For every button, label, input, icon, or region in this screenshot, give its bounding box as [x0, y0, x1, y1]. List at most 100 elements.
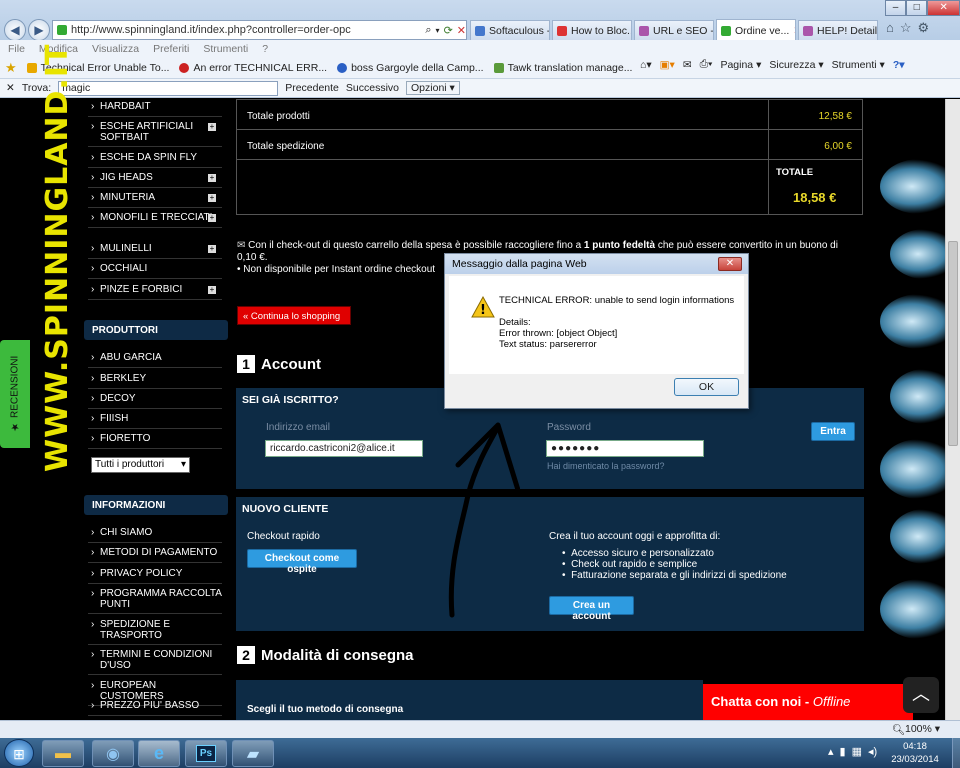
- fish-image: [890, 509, 945, 564]
- email-field[interactable]: riccardo.castriconi2@alice.it: [265, 440, 423, 457]
- close-button[interactable]: ✕: [927, 0, 960, 16]
- print-icon[interactable]: ⎙▾: [700, 58, 713, 71]
- start-button[interactable]: ⊞: [4, 739, 34, 767]
- network-icon[interactable]: ▦: [852, 745, 862, 758]
- taskbar-thunderbird[interactable]: ◉: [92, 740, 134, 767]
- guest-checkout-button[interactable]: Checkout come ospite: [247, 549, 357, 575]
- tab-close-icon[interactable]: ✕: [793, 25, 795, 37]
- signal-icon[interactable]: ▮: [840, 745, 846, 758]
- sidebar-item-softbait[interactable]: ESCHE ARTIFICIALI SOFTBAIT +: [88, 119, 222, 147]
- stop-icon[interactable]: ✕: [457, 24, 466, 37]
- favorite-item[interactable]: An error TECHNICAL ERR...: [179, 62, 327, 74]
- sidebar-item-label: MINUTERIA: [100, 192, 155, 203]
- scrollbar-thumb[interactable]: [948, 241, 958, 446]
- volume-icon[interactable]: ◂): [868, 745, 877, 758]
- brand-decoy[interactable]: DECOY: [88, 391, 222, 409]
- expand-icon[interactable]: +: [208, 214, 216, 222]
- continue-shopping-button[interactable]: « Continua lo shopping: [237, 306, 351, 325]
- create-account-button[interactable]: Crea un account: [549, 596, 634, 622]
- search-icon[interactable]: ⌕: [425, 24, 431, 37]
- dialog-ok-button[interactable]: OK: [674, 378, 739, 396]
- menu-strumenti-tools[interactable]: Strumenti ▾: [832, 59, 885, 71]
- menu-help[interactable]: ?: [262, 43, 268, 55]
- home-icon[interactable]: ⌂▾: [640, 59, 652, 71]
- expand-icon[interactable]: +: [208, 174, 216, 182]
- sidebar-item-jig-heads[interactable]: JIG HEADS +: [88, 170, 222, 188]
- login-button[interactable]: Entra: [811, 422, 855, 441]
- expand-icon[interactable]: +: [208, 286, 216, 294]
- info-privacy[interactable]: PRIVACY POLICY: [88, 566, 222, 584]
- info-spedizione[interactable]: SPEDIZIONE E TRASPORTO: [88, 617, 222, 645]
- tray-arrow-icon[interactable]: ▴: [828, 745, 834, 758]
- show-desktop-button[interactable]: [952, 738, 960, 768]
- favorite-item[interactable]: Tawk translation manage...: [493, 62, 632, 74]
- find-close-icon[interactable]: ✕: [6, 82, 15, 94]
- menu-strumenti[interactable]: Strumenti: [203, 43, 248, 55]
- brand-fiiish[interactable]: FIIISH: [88, 411, 222, 429]
- sidebar-item-minuteria[interactable]: MINUTERIA +: [88, 190, 222, 208]
- scroll-to-top-button[interactable]: ︿: [903, 677, 939, 713]
- menu-preferiti[interactable]: Preferiti: [153, 43, 189, 55]
- sidebar-item-spin-fly[interactable]: ESCHE DA SPIN FLY: [88, 150, 222, 168]
- find-previous[interactable]: Precedente: [285, 82, 339, 94]
- brand-fioretto[interactable]: FIORETTO: [88, 431, 222, 449]
- menu-sicurezza[interactable]: Sicurezza ▾: [769, 59, 823, 71]
- clock[interactable]: 04:18 23/03/2014: [880, 740, 950, 766]
- sidebar-item-pinze[interactable]: PINZE E FORBICI +: [88, 282, 222, 300]
- info-pagamento[interactable]: METODI DI PAGAMENTO: [88, 545, 222, 563]
- expand-icon[interactable]: +: [208, 194, 216, 202]
- menu-visualizza[interactable]: Visualizza: [92, 43, 139, 55]
- tab-help-details[interactable]: HELP! Details...: [798, 20, 878, 40]
- tab-ordine-active[interactable]: Ordine ve...✕: [716, 19, 796, 41]
- taskbar-explorer[interactable]: ▬: [42, 740, 84, 767]
- gear-icon[interactable]: ⚙: [918, 20, 930, 36]
- sidebar-item-monofili[interactable]: MONOFILI E TRECCIATI+: [88, 210, 222, 228]
- brand-abu-garcia[interactable]: ABU GARCIA: [88, 350, 222, 368]
- tab-how-to-block[interactable]: How to Bloc...: [552, 20, 632, 40]
- info-termini[interactable]: TERMINI E CONDIZIONI D'USO: [88, 647, 222, 675]
- favorite-label: An error TECHNICAL ERR...: [193, 61, 328, 74]
- password-field[interactable]: ●●●●●●●: [546, 440, 704, 457]
- menu-pagina[interactable]: Pagina ▾: [720, 59, 761, 71]
- sidebar-item-occhiali[interactable]: OCCHIALI: [88, 261, 222, 279]
- brand-berkley[interactable]: BERKLEY: [88, 371, 222, 389]
- recensioni-tab[interactable]: ★ RECENSIONI: [0, 340, 30, 448]
- page-scrollbar[interactable]: [945, 99, 960, 720]
- menu-file[interactable]: File: [8, 43, 25, 55]
- find-next[interactable]: Successivo: [346, 82, 399, 94]
- produttori-select[interactable]: Tutti i produttori ▾: [91, 457, 190, 473]
- address-bar[interactable]: http://www.spinningland.it/index.php?con…: [52, 20, 467, 40]
- favorites-star-icon[interactable]: ★: [5, 60, 17, 76]
- minimize-button[interactable]: –: [885, 0, 907, 16]
- expand-icon[interactable]: +: [208, 245, 216, 253]
- rss-icon[interactable]: ▣▾: [660, 59, 675, 71]
- tab-url-seo[interactable]: URL e SEO - ...: [634, 20, 714, 40]
- taskbar-photoshop[interactable]: Ps: [185, 740, 227, 767]
- taskbar-ie[interactable]: e: [138, 740, 180, 767]
- favorite-item[interactable]: boss Gargoyle della Camp...: [337, 62, 484, 74]
- home-icon[interactable]: ⌂: [886, 20, 894, 36]
- expand-icon[interactable]: +: [208, 123, 216, 131]
- dropdown-icon[interactable]: ▾: [436, 26, 440, 35]
- refresh-icon[interactable]: ⟳: [444, 24, 453, 37]
- find-input[interactable]: magic: [58, 80, 279, 96]
- favorites-star-icon[interactable]: ☆: [900, 20, 912, 36]
- sidebar-item-hardbait[interactable]: HARDBAIT: [88, 99, 222, 117]
- help-icon[interactable]: ?▾: [893, 59, 905, 71]
- info-prezzo[interactable]: PREZZO PIU' BASSO: [88, 698, 222, 716]
- tab-softaculous[interactable]: Softaculous - ...: [470, 20, 550, 40]
- info-raccolta-punti[interactable]: PROGRAMMA RACCOLTA PUNTI: [88, 586, 222, 614]
- sidebar-item-mulinelli[interactable]: MULINELLI +: [88, 241, 222, 259]
- mail-icon[interactable]: ✉: [683, 59, 692, 71]
- dialog-close-button[interactable]: ✕: [718, 257, 742, 271]
- chat-widget[interactable]: Chatta con noi - Offline: [703, 684, 913, 720]
- zoom-icon[interactable]: 🔍︎: [892, 723, 905, 736]
- info-chi-siamo[interactable]: CHI SIAMO: [88, 525, 222, 543]
- back-button[interactable]: ◀: [4, 19, 26, 41]
- taskbar-app[interactable]: ▰: [232, 740, 274, 767]
- forgot-password-link[interactable]: Hai dimenticato la password?: [547, 461, 665, 471]
- forward-button[interactable]: ▶: [28, 19, 50, 41]
- zoom-level[interactable]: 100% ▾: [905, 723, 940, 735]
- find-options[interactable]: Opzioni ▾: [406, 81, 460, 95]
- maximize-button[interactable]: □: [906, 0, 928, 16]
